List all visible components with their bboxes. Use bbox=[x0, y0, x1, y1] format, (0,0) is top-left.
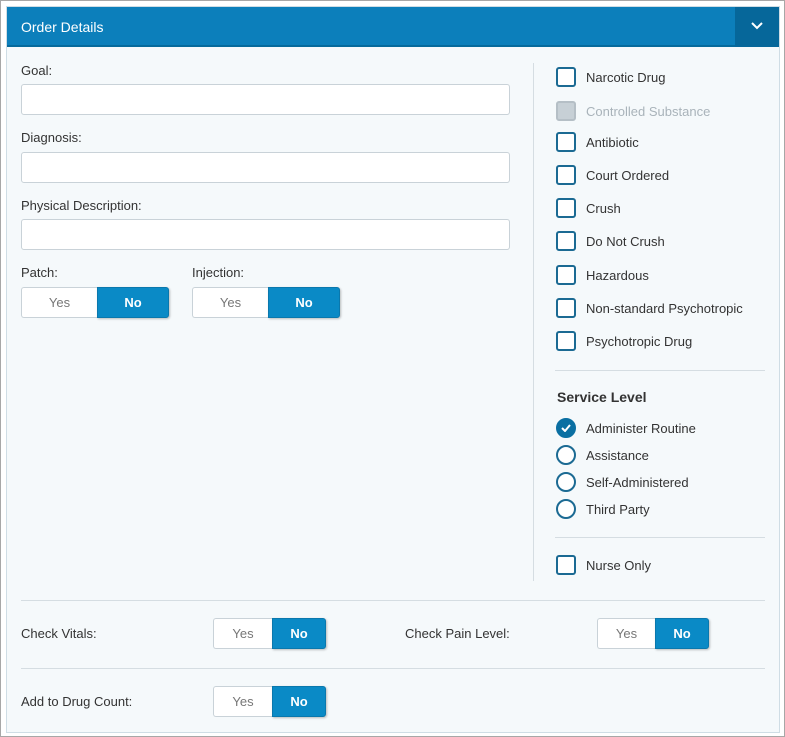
patch-toggle: Yes No bbox=[21, 287, 169, 318]
check-pain-level-no-button[interactable]: No bbox=[655, 618, 709, 649]
physical-description-input[interactable] bbox=[21, 219, 510, 250]
checkbox-label: Controlled Substance bbox=[586, 103, 711, 119]
radio-label: Assistance bbox=[586, 447, 649, 463]
add-to-drug-count-label: Add to Drug Count: bbox=[21, 694, 133, 709]
radio-label: Administer Routine bbox=[586, 420, 696, 436]
add-to-drug-count-yes-button[interactable]: Yes bbox=[213, 686, 272, 717]
check-pain-level-label: Check Pain Level: bbox=[405, 626, 510, 641]
injection-label: Injection: bbox=[192, 265, 245, 280]
checkbox-box[interactable] bbox=[556, 231, 576, 251]
radio-assistance[interactable]: Assistance bbox=[556, 444, 649, 466]
do-not-crush-checkbox[interactable]: Do Not Crush bbox=[556, 230, 665, 252]
checkbox-label: Narcotic Drug bbox=[586, 69, 666, 85]
check-pain-level-yes-button[interactable]: Yes bbox=[597, 618, 655, 649]
panel-header[interactable]: Order Details bbox=[7, 7, 779, 47]
diagnosis-input[interactable] bbox=[21, 152, 510, 183]
goal-input[interactable] bbox=[21, 84, 510, 115]
radio-label: Third Party bbox=[586, 501, 650, 517]
checkbox-box[interactable] bbox=[556, 198, 576, 218]
checkbox-box[interactable] bbox=[556, 265, 576, 285]
checkbox-label: Non-standard Psychotropic bbox=[586, 300, 743, 316]
check-vitals-toggle: Yes No bbox=[213, 618, 326, 649]
order-details-panel: Order Details Goal: Diagnosis: Physical … bbox=[6, 6, 780, 733]
checkbox-label: Crush bbox=[586, 200, 621, 216]
non-standard-psychotropic-checkbox[interactable]: Non-standard Psychotropic bbox=[556, 297, 743, 319]
section-divider bbox=[555, 537, 765, 538]
patch-label: Patch: bbox=[21, 265, 58, 280]
section-divider bbox=[555, 370, 765, 371]
add-to-drug-count-toggle: Yes No bbox=[213, 686, 326, 717]
checkbox-box bbox=[556, 101, 576, 121]
goal-label: Goal: bbox=[21, 63, 53, 78]
injection-toggle: Yes No bbox=[192, 287, 340, 318]
radio-administer-routine[interactable]: Administer Routine bbox=[556, 417, 696, 439]
column-divider bbox=[533, 63, 534, 581]
checkbox-box[interactable] bbox=[556, 331, 576, 351]
patch-no-button[interactable]: No bbox=[97, 287, 169, 318]
antibiotic-checkbox[interactable]: Antibiotic bbox=[556, 131, 639, 153]
radio-indicator[interactable] bbox=[556, 445, 576, 465]
check-vitals-yes-button[interactable]: Yes bbox=[213, 618, 272, 649]
row-divider bbox=[21, 600, 765, 601]
physical-description-label: Physical Description: bbox=[21, 198, 142, 213]
injection-no-button[interactable]: No bbox=[268, 287, 340, 318]
radio-checked-indicator[interactable] bbox=[556, 418, 576, 438]
add-to-drug-count-no-button[interactable]: No bbox=[272, 686, 326, 717]
radio-self-administered[interactable]: Self-Administered bbox=[556, 471, 689, 493]
checkbox-box[interactable] bbox=[556, 165, 576, 185]
panel-title: Order Details bbox=[21, 19, 104, 35]
radio-third-party[interactable]: Third Party bbox=[556, 498, 650, 520]
service-level-title: Service Level bbox=[557, 389, 647, 405]
patch-yes-button[interactable]: Yes bbox=[21, 287, 97, 318]
collapse-button[interactable] bbox=[735, 7, 779, 47]
checkbox-label: Court Ordered bbox=[586, 167, 670, 183]
injection-yes-button[interactable]: Yes bbox=[192, 287, 268, 318]
checkbox-label: Nurse Only bbox=[586, 557, 652, 573]
checkbox-label: Hazardous bbox=[586, 267, 649, 283]
checkbox-box[interactable] bbox=[556, 67, 576, 87]
checkbox-box[interactable] bbox=[556, 298, 576, 318]
checkbox-box[interactable] bbox=[556, 132, 576, 152]
radio-indicator[interactable] bbox=[556, 499, 576, 519]
hazardous-checkbox[interactable]: Hazardous bbox=[556, 264, 649, 286]
checkbox-label: Antibiotic bbox=[586, 134, 639, 150]
psychotropic-drug-checkbox[interactable]: Psychotropic Drug bbox=[556, 330, 692, 352]
window-frame: Order Details Goal: Diagnosis: Physical … bbox=[0, 0, 785, 737]
narcotic-drug-checkbox[interactable]: Narcotic Drug bbox=[556, 66, 665, 88]
crush-checkbox[interactable]: Crush bbox=[556, 197, 621, 219]
checkmark-icon bbox=[561, 424, 571, 432]
nurse-only-checkbox[interactable]: Nurse Only bbox=[556, 554, 651, 576]
checkbox-box[interactable] bbox=[556, 555, 576, 575]
check-vitals-no-button[interactable]: No bbox=[272, 618, 326, 649]
chevron-down-icon bbox=[751, 22, 763, 30]
radio-label: Self-Administered bbox=[586, 474, 689, 490]
radio-indicator[interactable] bbox=[556, 472, 576, 492]
check-vitals-label: Check Vitals: bbox=[21, 626, 97, 641]
court-ordered-checkbox[interactable]: Court Ordered bbox=[556, 164, 669, 186]
check-pain-level-toggle: Yes No bbox=[597, 618, 709, 649]
row-divider bbox=[21, 668, 765, 669]
controlled-substance-checkbox: Controlled Substance bbox=[556, 100, 710, 122]
diagnosis-label: Diagnosis: bbox=[21, 130, 82, 145]
checkbox-label: Do Not Crush bbox=[586, 233, 665, 249]
checkbox-label: Psychotropic Drug bbox=[586, 333, 693, 349]
